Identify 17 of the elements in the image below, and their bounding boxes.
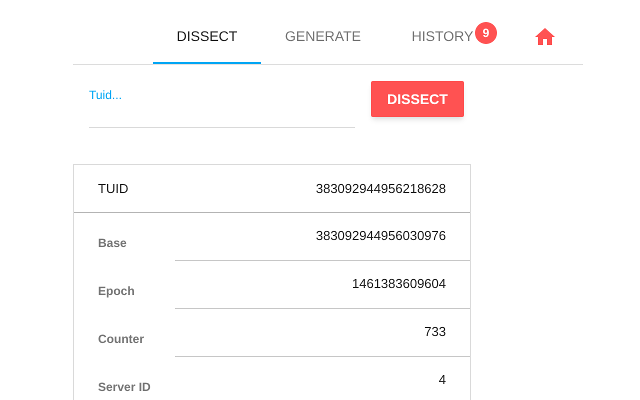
field-value: 733 [424,323,446,341]
field-value: 383092944956218628 [316,180,446,198]
tab[interactable]: DISSECT [153,0,261,64]
tab[interactable]: HISTORY 9 [385,0,500,64]
field-label: TUID [98,180,128,198]
field-label: Server ID [98,379,151,396]
tab[interactable]: GENERATE [261,0,385,64]
field-value: 1461383609604 [352,275,446,293]
notification-badge: 9 [475,22,497,44]
field-value: 4 [438,371,446,389]
field-label: Counter [98,331,144,348]
field-value: 383092944956030976 [316,227,446,245]
home-icon[interactable] [535,28,555,46]
field-label: Epoch [98,283,135,300]
field-label: Base [98,235,127,252]
tuid-input-field[interactable]: Tuid... [89,81,355,128]
dissect-button[interactable]: DISSECT [371,81,464,117]
